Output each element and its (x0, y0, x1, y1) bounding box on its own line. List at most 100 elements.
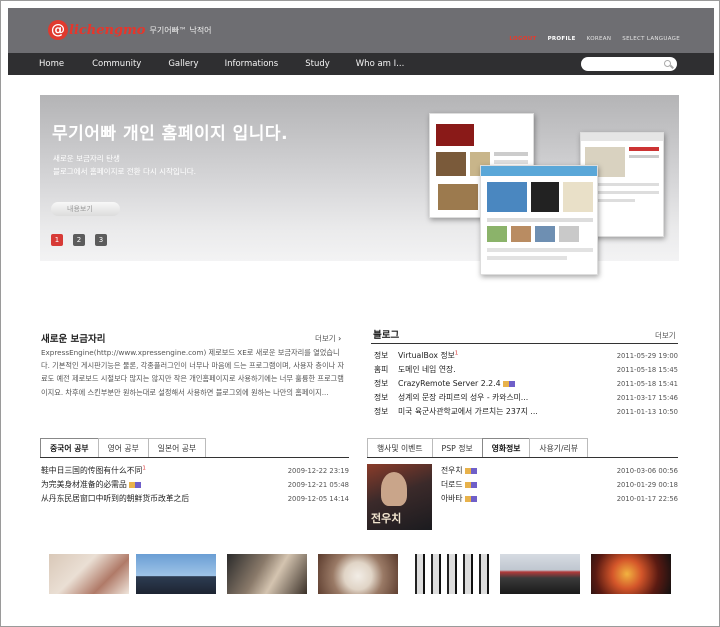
gallery-thumb-1[interactable] (49, 554, 129, 594)
intro-title: 새로운 보금자리 (41, 334, 106, 345)
tab-reviews[interactable]: 사용기/리뷰 (529, 438, 588, 457)
study-date: 2009-12-22 23:19 (287, 467, 349, 475)
study-date: 2009-12-05 14:14 (287, 495, 349, 503)
nav-study[interactable]: Study (305, 59, 330, 69)
nav-gallery[interactable]: Gallery (168, 59, 198, 69)
site-header: @ lichengmo 무기어빠™ 낙적어 LOGOUT PROFILE KOR… (8, 8, 714, 53)
blog-date-day: 2011-01-13 (616, 407, 657, 416)
tab-psp[interactable]: PSP 정보 (431, 438, 483, 457)
blog-row[interactable]: 정보 성계의 문장 라피르의 성우 - 카와스미... 2011-03-17 15:… (374, 391, 678, 404)
movie-title-text: 전우치 (441, 466, 463, 475)
blog-date: 2011-01-13 10:50 (616, 408, 678, 416)
blog-title-link[interactable]: 성계의 문장 라피르의 성우 - 카와스미... (398, 392, 616, 403)
tab-chinese[interactable]: 중국어 공부 (40, 438, 99, 457)
study-title-text: 鞋中日三国的传图有什么不同 (41, 466, 143, 475)
blog-row[interactable]: 홈피 도메인 네임 연장. 2011-05-18 15:45 (374, 363, 678, 376)
study-title-link[interactable]: 鞋中日三国的传图有什么不同1 (41, 465, 287, 476)
blog-date: 2011-05-29 19:00 (616, 352, 678, 360)
gallery-thumb-2[interactable] (136, 554, 216, 594)
blog-date-time: 10:50 (658, 407, 678, 416)
study-title-link[interactable]: 为完美身材准备的必需品 (41, 479, 287, 490)
hero-page-2[interactable]: 2 (73, 234, 85, 246)
hero-page-3[interactable]: 3 (95, 234, 107, 246)
attachment-icon (464, 482, 477, 488)
blog-row[interactable]: 정보 CrazyRemote Server 2.2.4 2011-05-18 15:… (374, 377, 678, 390)
study-date-day: 2009-12-22 (287, 466, 328, 475)
movie-row[interactable]: 더로드 2010-01-29 00:18 (441, 478, 678, 491)
study-row[interactable]: 鞋中日三国的传图有什么不同1 2009-12-22 23:19 (41, 464, 349, 477)
blog-date: 2011-05-18 15:45 (616, 366, 678, 374)
logo-tagline: 무기어빠™ 낙적어 (149, 25, 212, 35)
nav-informations[interactable]: Informations (225, 59, 279, 69)
blog-date-time: 15:45 (658, 365, 678, 374)
movie-date-time: 00:56 (658, 466, 678, 475)
korean-link[interactable]: KOREAN (587, 36, 612, 42)
blog-category: 홈피 (374, 365, 389, 374)
page-frame: @ lichengmo 무기어빠™ 낙적어 LOGOUT PROFILE KOR… (0, 0, 720, 627)
study-row[interactable]: 从丹东民居窗口中听到的朝鲜货币改革之后 2009-12-05 14:14 (41, 492, 349, 505)
study-title-link[interactable]: 从丹东民居窗口中听到的朝鲜货币改革之后 (41, 493, 287, 504)
gallery-thumb-5[interactable] (409, 554, 489, 594)
hero-desc-line-2: 블로그에서 홈페이지로 전환 다시 시작입니다. (53, 167, 197, 176)
movie-poster[interactable]: 전우치 (367, 464, 432, 530)
intro-more-link[interactable]: 더보기 › (315, 333, 341, 344)
movie-row[interactable]: 전우치 2010-03-06 00:56 (441, 464, 678, 477)
movie-title-link[interactable]: 전우치 (441, 465, 616, 476)
blog-title-link[interactable]: CrazyRemote Server 2.2.4 (398, 379, 616, 388)
hero-banner: 무기어빠 개인 홈페이지 입니다. 새로운 보금자리 탄생 블로그에서 홈페이지… (40, 95, 679, 275)
blog-title-link[interactable]: VirtualBox 정보1 (398, 350, 616, 361)
gallery-thumb-7[interactable] (591, 554, 671, 594)
movie-date: 2010-01-17 22:56 (616, 495, 678, 503)
logout-link[interactable]: LOGOUT (509, 36, 536, 42)
profile-link[interactable]: PROFILE (548, 36, 576, 42)
blog-title: 블로그 (373, 330, 400, 341)
nav-community[interactable]: Community (92, 59, 141, 69)
search-icon[interactable] (664, 60, 671, 67)
study-date-time: 23:19 (329, 466, 349, 475)
study-title-text: 为完美身材准备的必需品 (41, 480, 127, 489)
nav-home[interactable]: Home (39, 59, 64, 69)
nav-who-am-i[interactable]: Who am I... (356, 59, 405, 69)
tab-movies[interactable]: 영화정보 (481, 438, 531, 457)
movie-date-day: 2010-01-29 (616, 480, 657, 489)
movie-date-day: 2010-01-17 (616, 494, 657, 503)
study-title-text: 从丹东民居窗口中听到的朝鲜货币改革之后 (41, 494, 190, 503)
blog-date: 2011-05-18 15:41 (616, 380, 678, 388)
gallery-thumb-6[interactable] (500, 554, 580, 594)
intro-more-label: 더보기 (315, 334, 336, 343)
movie-date-day: 2010-03-06 (616, 466, 657, 475)
gallery-thumb-4[interactable] (318, 554, 398, 594)
blog-divider (371, 343, 678, 344)
hero-page-1[interactable]: 1 (51, 234, 63, 246)
blog-title-link[interactable]: 도메인 네임 연장. (398, 364, 616, 375)
poster-figure (381, 472, 407, 506)
hero-description: 새로운 보금자리 탄생 블로그에서 홈페이지로 전환 다시 시작입니다. (53, 152, 196, 178)
logo-name: lichengmo (69, 22, 146, 38)
study-date: 2009-12-21 05:48 (287, 481, 349, 489)
blog-row[interactable]: 정보 미국 육군사관학교에서 가르치는 237지 ... 2011-01-13 10… (374, 405, 678, 418)
tab-english[interactable]: 영어 공부 (97, 438, 149, 457)
main-nav: Home Community Gallery Informations Stud… (8, 53, 714, 75)
tab-japanese[interactable]: 일본어 공부 (147, 438, 207, 457)
gallery-thumb-3[interactable] (227, 554, 307, 594)
site-logo[interactable]: @ lichengmo 무기어빠™ 낙적어 (48, 20, 212, 40)
comment-count: 1 (142, 465, 146, 472)
tab-events[interactable]: 행사및 이벤트 (367, 438, 433, 457)
blog-more-link[interactable]: 더보기 (655, 330, 676, 341)
blog-title-link[interactable]: 미국 육군사관학교에서 가르치는 237지 ... (398, 406, 616, 417)
movie-title-link[interactable]: 아바타 (441, 493, 616, 504)
blog-row[interactable]: 정보 VirtualBox 정보1 2011-05-29 19:00 (374, 349, 678, 362)
movie-date: 2010-01-29 00:18 (616, 481, 678, 489)
study-date-day: 2009-12-21 (287, 480, 328, 489)
blog-date-day: 2011-05-29 (616, 351, 657, 360)
select-language-link[interactable]: SELECT LANGUAGE (622, 36, 680, 42)
hero-more-button[interactable]: 내용보기 (51, 202, 120, 216)
movie-row[interactable]: 아바타 2010-01-17 22:56 (441, 492, 678, 505)
movie-title-link[interactable]: 더로드 (441, 479, 616, 490)
blog-date-time: 15:41 (658, 379, 678, 388)
study-row[interactable]: 为完美身材准备的必需品 2009-12-21 05:48 (41, 478, 349, 491)
event-tabs: 행사및 이벤트 PSP 정보 영화정보 사용기/리뷰 (367, 438, 588, 457)
search-input[interactable] (581, 57, 677, 71)
blog-category: 정보 (374, 351, 389, 360)
blog-title-text: 미국 육군사관학교에서 가르치는 237지 ... (398, 407, 538, 416)
